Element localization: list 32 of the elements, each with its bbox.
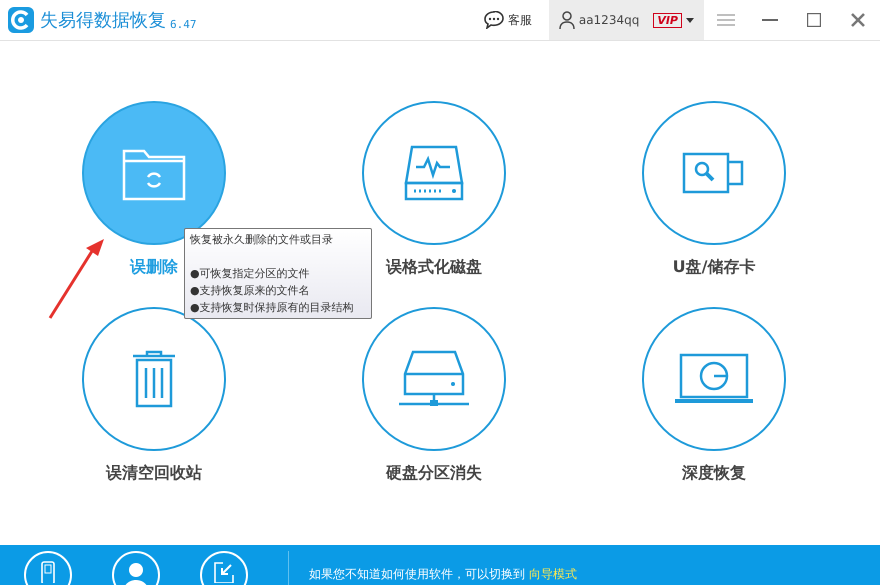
phone-button[interactable] (24, 551, 72, 585)
app-title: 失易得数据恢复 (40, 8, 166, 32)
arrow-box-icon (213, 561, 235, 583)
caret-icon (686, 18, 694, 22)
support-button[interactable]: 客服 (482, 10, 533, 30)
maximize-icon (807, 13, 821, 27)
tooltip: 恢复被永久删除的文件或目录 ●可恢复指定分区的文件 ●支持恢复原来的文件名 ●支持恢复时保持原有的目录结构 (184, 228, 372, 319)
mode-label: 硬盘分区消失 (386, 462, 482, 484)
mode-label: U盘/储存卡 (672, 256, 756, 278)
close-icon (851, 13, 865, 27)
hard-drive-icon (397, 350, 471, 408)
menu-icon (717, 14, 735, 26)
chat-icon (484, 11, 504, 29)
trash-icon (131, 350, 177, 408)
username: aa1234qq (578, 12, 640, 29)
version-number: 6.47 (170, 16, 196, 33)
help-text: 如果您不知道如何使用软件，可以切换到 向导模式 (309, 566, 577, 583)
hard-disk-icon (404, 143, 464, 203)
vip-badge: VIP (653, 12, 682, 28)
export-button[interactable] (200, 551, 248, 585)
mode-label: 误清空回收站 (106, 462, 202, 484)
user-icon (558, 11, 575, 29)
monitor-icon (673, 353, 755, 405)
user-button[interactable] (112, 551, 160, 585)
mode-label: 误格式化磁盘 (386, 256, 482, 278)
mode-label: 误删除 (130, 256, 178, 278)
mode-label: 深度恢复 (682, 462, 746, 484)
minimize-icon (762, 19, 778, 21)
logo-icon (8, 7, 34, 33)
user-menu[interactable]: aa1234qq VIP (548, 0, 704, 40)
usb-drive-icon (682, 152, 746, 194)
phone-icon (41, 561, 55, 583)
